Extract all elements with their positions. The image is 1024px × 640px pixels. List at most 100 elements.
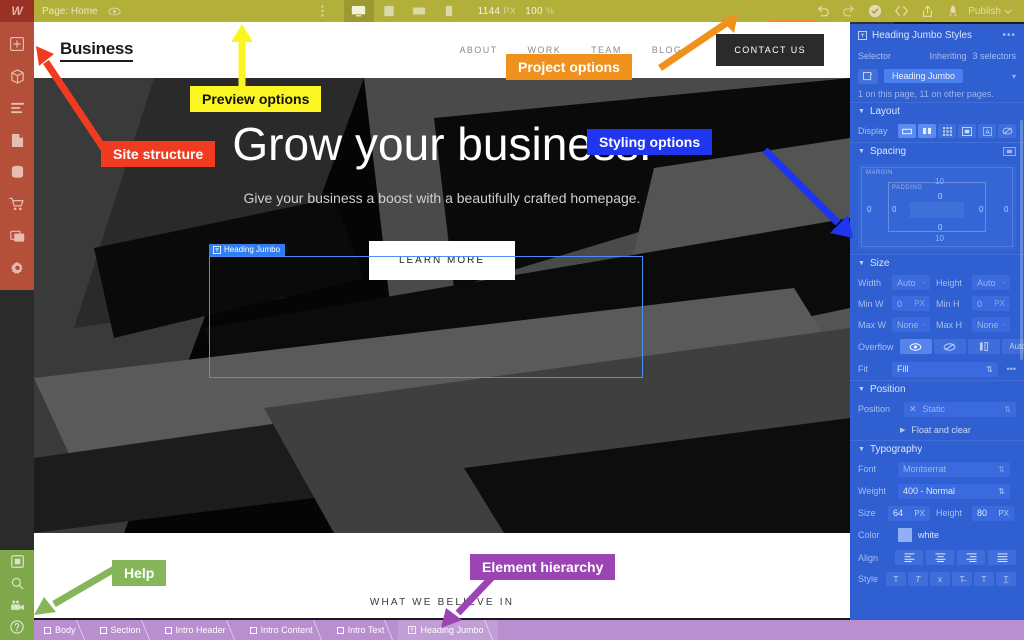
max-size-row: Max W None - Max H None -	[850, 314, 1024, 335]
fit-more-icon[interactable]: •••	[1007, 364, 1016, 374]
section-layout[interactable]: ▼ Layout	[850, 102, 1024, 120]
page-label[interactable]: Page: Home	[42, 6, 98, 17]
min-height-input[interactable]: 0 PX	[972, 296, 1010, 311]
weight-row: Weight 400 - Normal ⇅	[850, 480, 1024, 502]
padding-bottom-value[interactable]: 0	[938, 223, 942, 232]
site-canvas[interactable]: Business ABOUT WORK TEAM BLOG CONTACT US	[34, 22, 850, 618]
eye-icon[interactable]	[107, 7, 121, 16]
position-select[interactable]: ✕ Static ⇅	[904, 401, 1016, 417]
ellipsis-icon[interactable]: •••	[1002, 30, 1016, 41]
color-swatch[interactable]	[898, 528, 912, 542]
margin-top-value[interactable]: 10	[935, 177, 944, 186]
padding-left-value[interactable]: 0	[892, 205, 896, 214]
text-element-icon	[213, 245, 221, 254]
undo-icon[interactable]	[810, 0, 836, 22]
canvas-width-readout[interactable]: 1144 PX 100 %	[478, 6, 555, 17]
selector-thumb-icon[interactable]	[858, 68, 878, 84]
cart-icon[interactable]	[0, 188, 34, 220]
spacing-mode-icon[interactable]	[1003, 147, 1016, 156]
overflow-hidden-icon[interactable]	[933, 339, 966, 354]
max-width-input[interactable]: None -	[892, 317, 930, 332]
text-underline-icon[interactable]: T̲	[996, 572, 1016, 586]
inheriting-count[interactable]: 3 selectors	[972, 51, 1016, 61]
overflow-scroll-icon[interactable]	[967, 339, 1000, 354]
overflow-visible-icon[interactable]	[899, 339, 932, 354]
padding-right-value[interactable]: 0	[979, 205, 983, 214]
height-input[interactable]: Auto -	[972, 275, 1010, 290]
weight-select[interactable]: 400 - Normal ⇅	[898, 483, 1010, 499]
database-icon[interactable]	[0, 156, 34, 188]
line-height-unit: PX	[998, 508, 1009, 518]
section-typography[interactable]: ▼ Typography	[850, 440, 1024, 458]
annotation-label: Element hierarchy	[470, 554, 616, 580]
font-size-input[interactable]: 64 PX	[888, 505, 930, 521]
align-justify-icon[interactable]	[988, 550, 1016, 565]
rocket-icon[interactable]	[940, 0, 966, 22]
hero-subheading[interactable]: Give your business a boost with a beauti…	[242, 186, 642, 211]
fit-select[interactable]: Fill ⇅	[892, 361, 998, 377]
text-uppercase-icon[interactable]: T	[974, 572, 994, 586]
display-inline-icon[interactable]: A	[978, 124, 996, 138]
breadcrumb-item-section[interactable]: Section	[90, 620, 155, 640]
breadcrumb-item-body[interactable]: Body	[34, 620, 90, 640]
export-icon[interactable]	[914, 0, 940, 22]
width-input[interactable]: Auto -	[892, 275, 930, 290]
selector-value[interactable]: Heading Jumbo	[884, 69, 964, 83]
left-toolbar-spacer	[0, 290, 34, 550]
align-center-icon[interactable]	[926, 550, 954, 565]
breadcrumb-item-intro-content[interactable]: Intro Content	[240, 620, 327, 640]
panel-scrollbar[interactable]	[1020, 120, 1023, 360]
spacing-control[interactable]: MARGIN PADDING 10 10 0 0 0 0 0 0	[858, 164, 1016, 250]
code-brackets-icon[interactable]	[888, 0, 914, 22]
media-icon[interactable]	[0, 220, 34, 252]
publish-label[interactable]: Publish	[968, 6, 1001, 17]
selector-control-row[interactable]: Heading Jumbo ▾	[850, 66, 1024, 86]
chevron-down-icon[interactable]	[1004, 9, 1012, 14]
desktop-icon[interactable]	[343, 0, 374, 22]
section-spacing[interactable]: ▼ Spacing	[850, 142, 1024, 160]
display-grid-icon[interactable]	[938, 124, 956, 138]
chevron-down-icon[interactable]: ▾	[1012, 72, 1016, 81]
check-circle-icon[interactable]	[862, 0, 888, 22]
breadcrumb-item-intro-text[interactable]: Intro Text	[327, 620, 399, 640]
redo-icon[interactable]	[836, 0, 862, 22]
display-none-icon[interactable]	[998, 124, 1016, 138]
tablet-icon[interactable]	[374, 0, 404, 22]
color-value[interactable]: white	[918, 530, 939, 540]
selector-usage-row: 1 on this page, 11 on other pages.	[850, 86, 1024, 102]
margin-left-value[interactable]: 0	[867, 205, 871, 214]
section-size[interactable]: ▼ Size	[850, 254, 1024, 272]
display-inline-block-icon[interactable]	[958, 124, 976, 138]
margin-label: MARGIN	[866, 170, 893, 176]
mobile-icon[interactable]	[434, 0, 464, 22]
text-strikethrough-icon[interactable]: T̶	[952, 572, 972, 586]
max-height-input[interactable]: None -	[972, 317, 1010, 332]
margin-right-value[interactable]: 0	[1004, 205, 1008, 214]
selected-element-outline[interactable]: Heading Jumbo	[209, 244, 643, 378]
min-width-input[interactable]: 0 PX	[892, 296, 930, 311]
display-block-icon[interactable]	[898, 124, 916, 138]
breadcrumb-item-intro-header[interactable]: Intro Header	[155, 620, 240, 640]
text-lowercase-icon[interactable]: x	[930, 572, 950, 586]
vertical-dots-icon[interactable]	[320, 5, 324, 17]
align-left-icon[interactable]	[895, 550, 923, 565]
tablet-landscape-icon[interactable]	[404, 0, 434, 22]
nav-link-about[interactable]: ABOUT	[459, 45, 497, 55]
float-clear-row[interactable]: ▶ Float and clear	[850, 420, 1024, 440]
publish-underline	[770, 20, 818, 22]
style-panel[interactable]: Heading Jumbo Styles ••• Selector Inheri…	[850, 0, 1024, 640]
padding-top-value[interactable]: 0	[938, 192, 942, 201]
margin-bottom-value[interactable]: 10	[935, 234, 944, 243]
line-height-input[interactable]: 80 PX	[972, 505, 1014, 521]
inheriting-text: Inheriting	[929, 51, 967, 61]
section-position[interactable]: ▼ Position	[850, 380, 1024, 398]
webflow-logo[interactable]: W	[0, 0, 34, 22]
font-select[interactable]: Montserrat ⇅	[898, 461, 1010, 477]
gear-icon[interactable]	[0, 252, 34, 284]
max-width-value: None	[897, 319, 919, 330]
align-right-icon[interactable]	[957, 550, 985, 565]
text-italic-icon[interactable]: T	[908, 572, 928, 586]
text-normal-icon[interactable]: T	[886, 572, 906, 586]
section-layout-title: Layout	[869, 106, 900, 117]
display-flex-icon[interactable]	[918, 124, 936, 138]
